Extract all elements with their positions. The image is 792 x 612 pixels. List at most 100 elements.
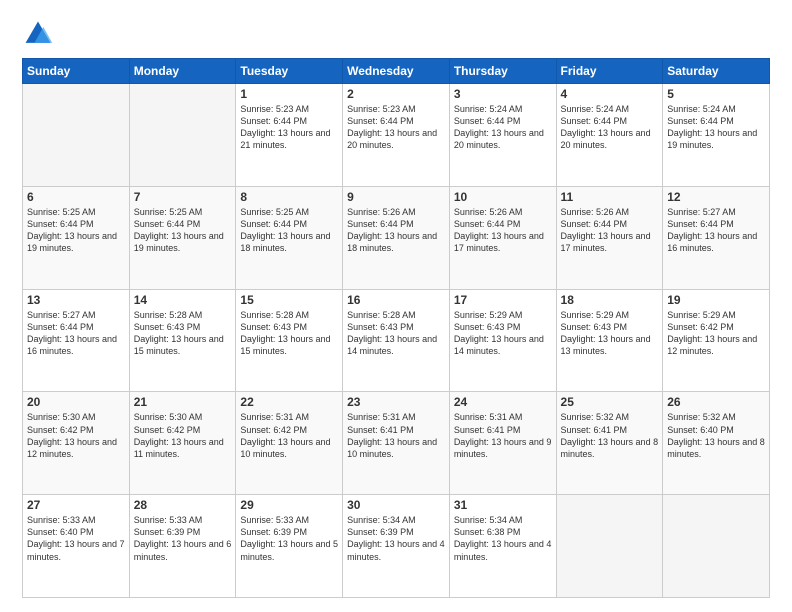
calendar-cell: 5 Sunrise: 5:24 AMSunset: 6:44 PMDaylight… — [663, 84, 770, 187]
day-info: Sunrise: 5:26 AMSunset: 6:44 PMDaylight:… — [561, 206, 659, 255]
week-row-1: 1 Sunrise: 5:23 AMSunset: 6:44 PMDaylight… — [23, 84, 770, 187]
day-number: 2 — [347, 87, 445, 101]
day-info: Sunrise: 5:25 AMSunset: 6:44 PMDaylight:… — [27, 206, 125, 255]
day-number: 31 — [454, 498, 552, 512]
day-info: Sunrise: 5:23 AMSunset: 6:44 PMDaylight:… — [240, 103, 338, 152]
calendar-cell — [556, 495, 663, 598]
day-info: Sunrise: 5:29 AMSunset: 6:42 PMDaylight:… — [667, 309, 765, 358]
logo — [22, 18, 58, 50]
day-number: 28 — [134, 498, 232, 512]
day-info: Sunrise: 5:27 AMSunset: 6:44 PMDaylight:… — [27, 309, 125, 358]
day-info: Sunrise: 5:33 AMSunset: 6:39 PMDaylight:… — [240, 514, 338, 563]
calendar-cell — [129, 84, 236, 187]
day-info: Sunrise: 5:26 AMSunset: 6:44 PMDaylight:… — [454, 206, 552, 255]
calendar-cell: 22 Sunrise: 5:31 AMSunset: 6:42 PMDayligh… — [236, 392, 343, 495]
day-info: Sunrise: 5:34 AMSunset: 6:38 PMDaylight:… — [454, 514, 552, 563]
calendar-cell: 17 Sunrise: 5:29 AMSunset: 6:43 PMDayligh… — [449, 289, 556, 392]
calendar-cell: 23 Sunrise: 5:31 AMSunset: 6:41 PMDayligh… — [343, 392, 450, 495]
logo-icon — [22, 18, 54, 50]
day-number: 19 — [667, 293, 765, 307]
day-number: 7 — [134, 190, 232, 204]
calendar-cell: 3Sunrise: 5:24 AMSunset: 6:44 PMDaylight… — [449, 84, 556, 187]
day-number: 15 — [240, 293, 338, 307]
day-info: Sunrise: 5:33 AMSunset: 6:40 PMDaylight:… — [27, 514, 125, 563]
calendar-cell: 16 Sunrise: 5:28 AMSunset: 6:43 PMDayligh… — [343, 289, 450, 392]
calendar-cell: 25 Sunrise: 5:32 AMSunset: 6:41 PMDayligh… — [556, 392, 663, 495]
day-number: 27 — [27, 498, 125, 512]
day-info: Sunrise: 5:23 AMSunset: 6:44 PMDaylight:… — [347, 103, 445, 152]
calendar-cell: 8Sunrise: 5:25 AMSunset: 6:44 PMDaylight… — [236, 186, 343, 289]
calendar-cell — [23, 84, 130, 187]
day-info: Sunrise: 5:28 AMSunset: 6:43 PMDaylight:… — [134, 309, 232, 358]
weekday-header-tuesday: Tuesday — [236, 59, 343, 84]
calendar-cell: 13 Sunrise: 5:27 AMSunset: 6:44 PMDayligh… — [23, 289, 130, 392]
calendar-cell: 9Sunrise: 5:26 AMSunset: 6:44 PMDaylight… — [343, 186, 450, 289]
day-number: 5 — [667, 87, 765, 101]
day-number: 17 — [454, 293, 552, 307]
day-number: 23 — [347, 395, 445, 409]
day-info: Sunrise: 5:24 AMSunset: 6:44 PMDaylight:… — [561, 103, 659, 152]
day-info: Sunrise: 5:31 AMSunset: 6:41 PMDaylight:… — [347, 411, 445, 460]
day-number: 18 — [561, 293, 659, 307]
weekday-header-monday: Monday — [129, 59, 236, 84]
day-number: 13 — [27, 293, 125, 307]
day-info: Sunrise: 5:31 AMSunset: 6:41 PMDaylight:… — [454, 411, 552, 460]
day-info: Sunrise: 5:28 AMSunset: 6:43 PMDaylight:… — [240, 309, 338, 358]
day-info: Sunrise: 5:29 AMSunset: 6:43 PMDaylight:… — [454, 309, 552, 358]
day-number: 1 — [240, 87, 338, 101]
calendar-cell: 21 Sunrise: 5:30 AMSunset: 6:42 PMDayligh… — [129, 392, 236, 495]
day-number: 4 — [561, 87, 659, 101]
day-number: 30 — [347, 498, 445, 512]
day-info: Sunrise: 5:27 AMSunset: 6:44 PMDaylight:… — [667, 206, 765, 255]
calendar-table: SundayMondayTuesdayWednesdayThursdayFrid… — [22, 58, 770, 598]
weekday-header-friday: Friday — [556, 59, 663, 84]
day-number: 11 — [561, 190, 659, 204]
calendar-cell: 6 Sunrise: 5:25 AMSunset: 6:44 PMDaylight… — [23, 186, 130, 289]
calendar-cell: 12Sunrise: 5:27 AMSunset: 6:44 PMDayligh… — [663, 186, 770, 289]
calendar-cell: 26 Sunrise: 5:32 AMSunset: 6:40 PMDayligh… — [663, 392, 770, 495]
calendar-cell: 31 Sunrise: 5:34 AMSunset: 6:38 PMDayligh… — [449, 495, 556, 598]
calendar-cell: 11 Sunrise: 5:26 AMSunset: 6:44 PMDayligh… — [556, 186, 663, 289]
day-number: 21 — [134, 395, 232, 409]
calendar-cell: 1 Sunrise: 5:23 AMSunset: 6:44 PMDaylight… — [236, 84, 343, 187]
week-row-3: 13 Sunrise: 5:27 AMSunset: 6:44 PMDayligh… — [23, 289, 770, 392]
day-number: 22 — [240, 395, 338, 409]
page: SundayMondayTuesdayWednesdayThursdayFrid… — [0, 0, 792, 612]
day-info: Sunrise: 5:33 AMSunset: 6:39 PMDaylight:… — [134, 514, 232, 563]
day-number: 25 — [561, 395, 659, 409]
day-number: 29 — [240, 498, 338, 512]
day-number: 8 — [240, 190, 338, 204]
day-number: 6 — [27, 190, 125, 204]
week-row-5: 27 Sunrise: 5:33 AMSunset: 6:40 PMDayligh… — [23, 495, 770, 598]
day-info: Sunrise: 5:29 AMSunset: 6:43 PMDaylight:… — [561, 309, 659, 358]
day-info: Sunrise: 5:32 AMSunset: 6:41 PMDaylight:… — [561, 411, 659, 460]
weekday-header-thursday: Thursday — [449, 59, 556, 84]
day-info: Sunrise: 5:26 AMSunset: 6:44 PMDaylight:… — [347, 206, 445, 255]
day-info: Sunrise: 5:31 AMSunset: 6:42 PMDaylight:… — [240, 411, 338, 460]
calendar-cell: 24 Sunrise: 5:31 AMSunset: 6:41 PMDayligh… — [449, 392, 556, 495]
day-info: Sunrise: 5:25 AMSunset: 6:44 PMDaylight:… — [134, 206, 232, 255]
calendar-cell — [663, 495, 770, 598]
day-number: 10 — [454, 190, 552, 204]
day-info: Sunrise: 5:24 AMSunset: 6:44 PMDaylight:… — [667, 103, 765, 152]
calendar-cell: 20 Sunrise: 5:30 AMSunset: 6:42 PMDayligh… — [23, 392, 130, 495]
day-number: 24 — [454, 395, 552, 409]
day-info: Sunrise: 5:32 AMSunset: 6:40 PMDaylight:… — [667, 411, 765, 460]
day-info: Sunrise: 5:28 AMSunset: 6:43 PMDaylight:… — [347, 309, 445, 358]
week-row-2: 6 Sunrise: 5:25 AMSunset: 6:44 PMDaylight… — [23, 186, 770, 289]
calendar-cell: 14Sunrise: 5:28 AMSunset: 6:43 PMDayligh… — [129, 289, 236, 392]
day-number: 26 — [667, 395, 765, 409]
day-number: 20 — [27, 395, 125, 409]
calendar-cell: 27 Sunrise: 5:33 AMSunset: 6:40 PMDayligh… — [23, 495, 130, 598]
calendar-cell: 7 Sunrise: 5:25 AMSunset: 6:44 PMDaylight… — [129, 186, 236, 289]
day-info: Sunrise: 5:30 AMSunset: 6:42 PMDaylight:… — [134, 411, 232, 460]
day-number: 3 — [454, 87, 552, 101]
day-number: 16 — [347, 293, 445, 307]
day-info: Sunrise: 5:30 AMSunset: 6:42 PMDaylight:… — [27, 411, 125, 460]
calendar-cell: 10 Sunrise: 5:26 AMSunset: 6:44 PMDayligh… — [449, 186, 556, 289]
calendar-cell: 18 Sunrise: 5:29 AMSunset: 6:43 PMDayligh… — [556, 289, 663, 392]
day-info: Sunrise: 5:34 AMSunset: 6:39 PMDaylight:… — [347, 514, 445, 563]
header — [22, 18, 770, 50]
calendar-cell: 29 Sunrise: 5:33 AMSunset: 6:39 PMDayligh… — [236, 495, 343, 598]
calendar-cell: 28 Sunrise: 5:33 AMSunset: 6:39 PMDayligh… — [129, 495, 236, 598]
